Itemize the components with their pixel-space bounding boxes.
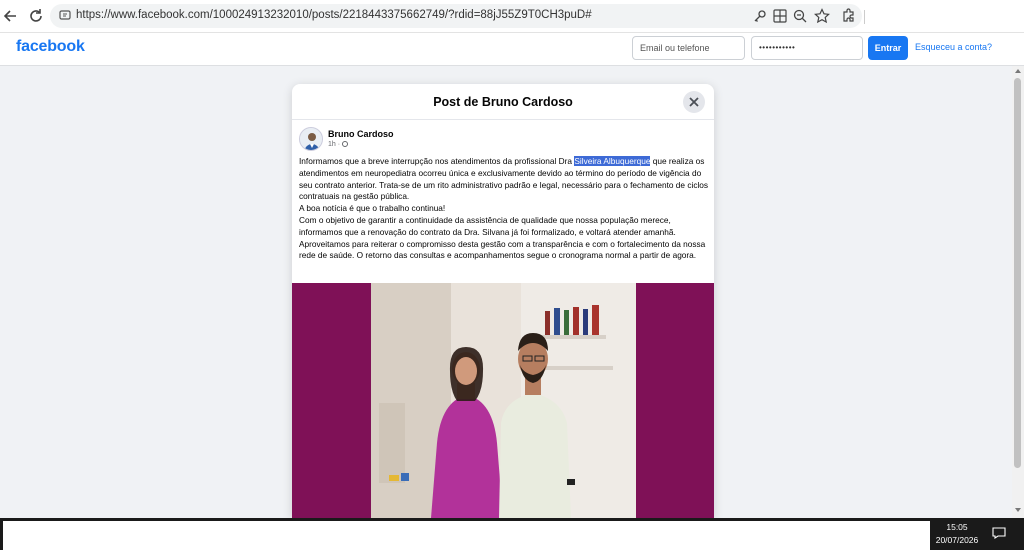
facebook-logo[interactable]: facebook (16, 38, 85, 56)
post-photo[interactable] (292, 283, 714, 518)
globe-icon (342, 141, 349, 147)
scroll-down-icon[interactable] (1013, 506, 1023, 514)
selected-text: Silveira Albuquerque (574, 156, 651, 166)
site-info-icon[interactable] (59, 9, 71, 21)
modal-title: Post de Bruno Cardoso (433, 95, 573, 109)
extensions-icon[interactable] (842, 8, 856, 24)
post-body: Informamos que a breve interrupção nos a… (299, 156, 711, 262)
post-paragraph-2: A boa notícia é que o trabalho continua! (299, 203, 446, 214)
key-icon[interactable] (752, 8, 768, 24)
login-button[interactable]: Entrar (868, 36, 908, 60)
author-name[interactable]: Bruno Cardoso (328, 129, 394, 139)
post-text-segment: Informamos que a breve interrupção nos a… (299, 156, 575, 166)
scroll-up-icon[interactable] (1013, 67, 1023, 75)
translate-icon[interactable] (772, 8, 788, 24)
photo-image[interactable] (371, 283, 636, 518)
toolbar-divider (864, 10, 865, 24)
clock-date[interactable]: 20/07/2026 (930, 535, 984, 545)
author-avatar[interactable] (299, 127, 323, 151)
post-paragraph-3: Com o objetivo de garantir a continuidad… (299, 214, 706, 261)
facebook-header: facebook Email ou telefone ••••••••••• E… (0, 33, 1024, 66)
post-paragraph-1: Informamos que a breve interrupção nos a… (299, 156, 711, 203)
post-modal: Post de Bruno Cardoso Bruno Cardoso 1h ·… (292, 84, 714, 518)
close-button[interactable] (683, 91, 705, 113)
address-bar[interactable]: https://www.facebook.com/100024913232010… (50, 4, 862, 28)
zoom-icon[interactable] (792, 8, 808, 24)
password-field[interactable]: ••••••••••• (751, 36, 863, 60)
post-timestamp[interactable]: 1h · (328, 141, 349, 148)
close-icon (689, 97, 699, 107)
reload-icon[interactable] (27, 7, 45, 25)
taskbar-apps-area[interactable] (3, 521, 930, 550)
scrollbar-thumb[interactable] (1014, 78, 1021, 468)
clock-time[interactable]: 15:05 (930, 522, 984, 532)
notifications-icon[interactable] (992, 527, 1006, 539)
modal-header: Post de Bruno Cardoso (292, 84, 714, 120)
favorite-star-icon[interactable] (814, 8, 830, 24)
browser-toolbar: https://www.facebook.com/100024913232010… (0, 0, 1024, 33)
url-text[interactable]: https://www.facebook.com/100024913232010… (76, 9, 592, 21)
forgot-account-link[interactable]: Esqueceu a conta? (915, 42, 992, 52)
email-field[interactable]: Email ou telefone (632, 36, 745, 60)
post-time[interactable]: 1h · (328, 141, 340, 148)
back-icon[interactable] (2, 7, 20, 25)
